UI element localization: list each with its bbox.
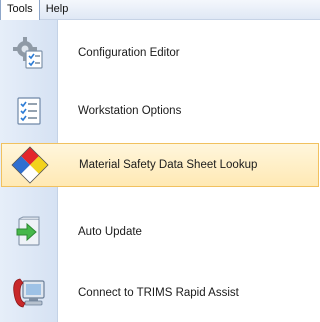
gear-checklist-icon [0,24,58,82]
tools-dropdown-menu: Configuration Editor Workstation Options [0,20,320,322]
menu-item-label: Workstation Options [78,105,182,117]
menu-help[interactable]: Help [40,0,75,20]
menu-item-label: Auto Update [78,226,142,238]
menu-bar: Tools Help [0,0,320,20]
checklist-icon [0,82,58,140]
menu-tools[interactable]: Tools [0,0,40,20]
menu-item-label: Connect to TRIMS Rapid Assist [78,287,239,299]
hazard-diamond-icon [2,144,58,186]
menu-item-label: Configuration Editor [78,47,180,59]
menu-item-msds-lookup[interactable]: Material Safety Data Sheet Lookup [1,143,319,187]
menu-item-configuration-editor[interactable]: Configuration Editor [0,24,320,82]
menu-item-label: Material Safety Data Sheet Lookup [79,159,258,171]
menu-item-auto-update[interactable]: Auto Update [0,203,320,261]
menu-item-workstation-options[interactable]: Workstation Options [0,82,320,140]
telephone-computer-icon [0,264,58,322]
menu-item-connect-trims-rapid-assist[interactable]: Connect to TRIMS Rapid Assist [0,264,320,322]
update-arrow-icon [0,203,58,261]
